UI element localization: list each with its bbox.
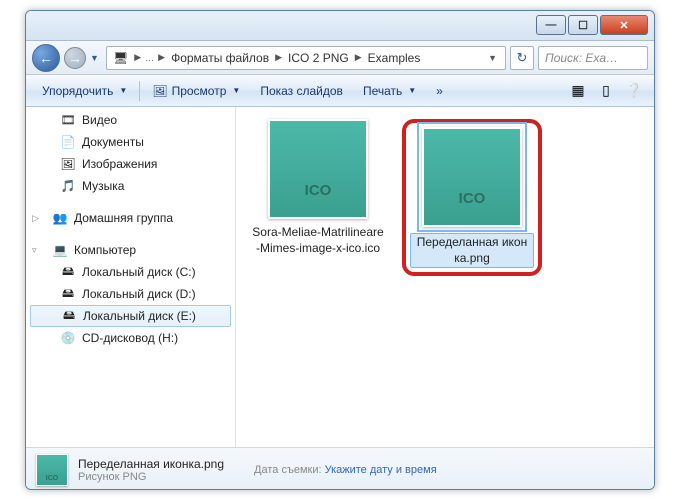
minimize-button[interactable]: — bbox=[536, 15, 566, 35]
tree-item-cd-drive[interactable]: 💿CD-дисковод (H:) bbox=[26, 327, 235, 349]
file-list[interactable]: ICO Sora-Meliae-Matrilineare-Mimes-image… bbox=[236, 107, 654, 447]
maximize-button[interactable]: ☐ bbox=[568, 15, 598, 35]
file-thumbnail: ICO bbox=[422, 127, 522, 227]
view-options-button[interactable]: ▦ bbox=[566, 79, 590, 103]
tree-item-drive-e[interactable]: 🖴Локальный диск (E:) bbox=[30, 305, 231, 327]
chevron-right-icon: ▶ bbox=[132, 52, 143, 63]
breadcrumb-item[interactable]: Форматы файлов bbox=[167, 47, 273, 69]
history-dropdown[interactable]: ▼ bbox=[90, 53, 102, 63]
separator bbox=[139, 81, 140, 101]
tree-item-documents[interactable]: 📄Документы bbox=[26, 131, 235, 153]
details-info: Переделанная иконка.png Рисунок PNG bbox=[78, 457, 224, 483]
tree-item-video[interactable]: 🎞Видео bbox=[26, 109, 235, 131]
tree-item-drive-c[interactable]: 🖴Локальный диск (C:) bbox=[26, 261, 235, 283]
print-button[interactable]: Печать▼ bbox=[355, 81, 424, 101]
window-controls: — ☐ ✕ bbox=[536, 15, 648, 35]
music-icon: 🎵 bbox=[60, 178, 76, 194]
breadcrumb-ellipsis[interactable]: … bbox=[143, 53, 156, 63]
drive-icon: 🖴 bbox=[60, 264, 76, 280]
details-pane: ICO Переделанная иконка.png Рисунок PNG … bbox=[26, 447, 654, 490]
chevron-right-icon: ▶ bbox=[353, 52, 364, 63]
file-name-label: Sora-Meliae-Matrilineare-Mimes-image-x-i… bbox=[248, 225, 388, 256]
forward-button[interactable]: → bbox=[64, 47, 86, 69]
preview-button[interactable]: 🖼 Просмотр▼ bbox=[144, 81, 248, 101]
toolbar: Упорядочить▼ 🖼 Просмотр▼ Показ слайдов П… bbox=[26, 75, 654, 107]
tree-item-drive-d[interactable]: 🖴Локальный диск (D:) bbox=[26, 283, 235, 305]
file-thumbnail: ICO bbox=[268, 119, 368, 219]
details-date: Дата съемки: Укажите дату и время bbox=[254, 464, 437, 476]
computer-icon: 💻 bbox=[52, 242, 68, 258]
homegroup-icon: 👥 bbox=[52, 210, 68, 226]
collapse-icon[interactable]: ▿ bbox=[32, 245, 44, 256]
tree-item-computer[interactable]: ▿💻Компьютер bbox=[26, 239, 235, 261]
chevron-down-icon: ▼ bbox=[119, 86, 127, 95]
file-item[interactable]: ICO Sora-Meliae-Matrilineare-Mimes-image… bbox=[248, 119, 388, 256]
cd-icon: 💿 bbox=[60, 330, 76, 346]
organize-button[interactable]: Упорядочить▼ bbox=[34, 81, 135, 101]
video-icon: 🎞 bbox=[60, 112, 76, 128]
drive-icon: 🖴 bbox=[60, 286, 76, 302]
chevron-right-icon: ▶ bbox=[273, 52, 284, 63]
set-date-link[interactable]: Укажите дату и время bbox=[325, 464, 437, 476]
chevron-down-icon: ▼ bbox=[232, 86, 240, 95]
chevron-right-icon: ▶ bbox=[156, 52, 167, 63]
drive-icon: 🖴 bbox=[61, 308, 77, 324]
chevron-down-icon: ▼ bbox=[408, 86, 416, 95]
file-item-selected[interactable]: ICO Переделанная иконка.png bbox=[402, 119, 542, 276]
close-button[interactable]: ✕ bbox=[600, 15, 648, 35]
body: 🎞Видео 📄Документы 🖼Изображения 🎵Музыка ▷… bbox=[26, 107, 654, 447]
tree-item-images[interactable]: 🖼Изображения bbox=[26, 153, 235, 175]
computer-icon: 🖥 bbox=[109, 47, 132, 69]
details-filetype: Рисунок PNG bbox=[78, 471, 224, 483]
titlebar: — ☐ ✕ bbox=[26, 11, 654, 41]
breadcrumb-item[interactable]: ICO 2 PNG bbox=[284, 47, 353, 69]
document-icon: 📄 bbox=[60, 134, 76, 150]
navbar: ← → ▼ 🖥 ▶ … ▶ Форматы файлов ▶ ICO 2 PNG… bbox=[26, 41, 654, 75]
refresh-button[interactable]: ↻ bbox=[510, 46, 534, 70]
details-thumbnail: ICO bbox=[36, 454, 68, 486]
slideshow-button[interactable]: Показ слайдов bbox=[252, 81, 351, 101]
expand-icon[interactable]: ▷ bbox=[32, 213, 44, 224]
help-button[interactable]: ❔ bbox=[622, 79, 646, 103]
navigation-pane[interactable]: 🎞Видео 📄Документы 🖼Изображения 🎵Музыка ▷… bbox=[26, 107, 236, 447]
breadcrumb-item[interactable]: Examples bbox=[364, 47, 425, 69]
file-name-label: Переделанная иконка.png bbox=[410, 233, 534, 268]
tree-item-music[interactable]: 🎵Музыка bbox=[26, 175, 235, 197]
preview-pane-button[interactable]: ▯ bbox=[594, 79, 618, 103]
breadcrumb-dropdown[interactable]: ▼ bbox=[482, 53, 503, 63]
back-button[interactable]: ← bbox=[32, 44, 60, 72]
tree-item-homegroup[interactable]: ▷👥Домашняя группа bbox=[26, 207, 235, 229]
explorer-window: — ☐ ✕ ← → ▼ 🖥 ▶ … ▶ Форматы файлов ▶ ICO… bbox=[25, 10, 655, 490]
preview-icon: 🖼 bbox=[152, 84, 167, 98]
details-filename: Переделанная иконка.png bbox=[78, 457, 224, 471]
image-icon: 🖼 bbox=[60, 156, 76, 172]
breadcrumb[interactable]: 🖥 ▶ … ▶ Форматы файлов ▶ ICO 2 PNG ▶ Exa… bbox=[106, 46, 506, 70]
more-button[interactable]: » bbox=[428, 81, 451, 101]
search-input[interactable]: Поиск: Exa… bbox=[538, 46, 648, 70]
